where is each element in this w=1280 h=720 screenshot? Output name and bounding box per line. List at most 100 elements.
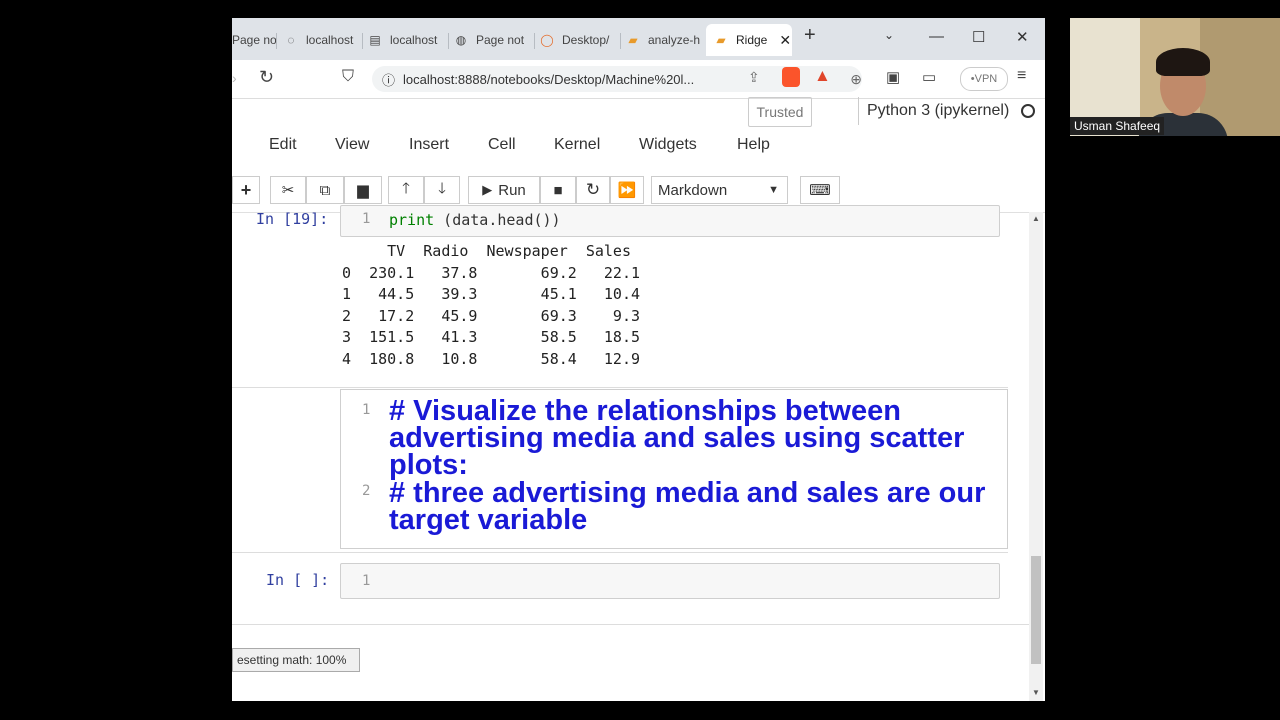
notebook-end-divider	[232, 624, 1029, 625]
notebook-icon: ▰	[628, 33, 638, 47]
trusted-label: Trusted	[756, 104, 804, 120]
run-button[interactable]: ▶ Run	[468, 176, 540, 204]
menu-insert[interactable]: Insert	[409, 136, 449, 154]
browser-window: Page not f ◌ localhost ▤ localhost ◍ Page n…	[232, 18, 1045, 701]
kernel-indicator[interactable]: Python 3 (ipykernel)	[858, 97, 1036, 125]
browser-tab[interactable]: ◍ Page not	[454, 24, 529, 56]
arrow-down-icon: 🡓	[438, 179, 446, 197]
notebook-icon: ▰	[716, 33, 726, 47]
arrow-up-icon: 🡑	[402, 179, 410, 197]
trusted-indicator[interactable]: Trusted	[748, 97, 812, 127]
markdown-input-area[interactable]: 1 # Visualize the relationships between …	[340, 389, 1008, 549]
output-row: TV Radio Newspaper Sales	[342, 242, 631, 260]
tab-label: Ridge	[736, 33, 768, 47]
menu-icon[interactable]: ≡	[1017, 67, 1026, 85]
brave-shield-icon[interactable]	[782, 67, 800, 87]
copy-button[interactable]: ⧉	[306, 176, 344, 204]
paste-icon: ▆	[357, 182, 369, 199]
browser-tab[interactable]: ▰ analyze-h	[626, 24, 704, 56]
interrupt-button[interactable]: ■	[540, 176, 576, 204]
cell-output: TV Radio Newspaper Sales 0 230.1 37.8 69…	[342, 241, 640, 371]
cell-prompt: In [19]:	[256, 210, 329, 228]
rewards-icon[interactable]: ▲	[814, 66, 831, 86]
menu-kernel[interactable]: Kernel	[554, 136, 600, 154]
line-number: 1	[362, 402, 371, 418]
jupyter-toolbar: + ✂ ⧉ ▆ 🡑 🡓 ▶ Run ■ ↻ ⏩ Markdown ▼ ⌨	[232, 172, 1045, 208]
scroll-down-icon[interactable]: ▼	[1032, 688, 1040, 697]
scissors-icon: ✂	[281, 182, 295, 199]
cut-button[interactable]: ✂	[270, 176, 306, 204]
insert-cell-button[interactable]: +	[232, 176, 260, 204]
vpn-button[interactable]: • VPN	[960, 67, 1008, 91]
browser-tab[interactable]: ▤ localhost	[368, 24, 443, 56]
scrollbar-thumb[interactable]	[1031, 556, 1041, 664]
code-input-area[interactable]: 1 print (data.head())	[340, 205, 1000, 237]
code-input-area[interactable]: 1	[340, 563, 1000, 599]
forward-icon[interactable]: ›	[232, 70, 237, 86]
tab-label: localhost	[306, 33, 354, 47]
tab-search-icon[interactable]: ⌄	[884, 28, 894, 42]
browser-tab[interactable]: ◌ localhost	[284, 24, 359, 56]
kernel-status-icon	[1021, 104, 1036, 118]
jupyter-menubar: Edit View Insert Cell Kernel Widgets Hel…	[232, 136, 1045, 160]
close-tab-icon[interactable]: ✕	[779, 32, 791, 49]
menu-help[interactable]: Help	[737, 136, 770, 154]
new-tab-icon[interactable]: +	[804, 24, 816, 47]
tab-separator	[448, 33, 449, 49]
tab-label: analyze-h	[648, 33, 701, 47]
maximize-icon[interactable]: ☐	[972, 28, 985, 46]
line-number: 2	[362, 483, 371, 499]
notebook-area: In [19]: 1 print (data.head()) TV Radio …	[232, 205, 1045, 701]
webcam-overlay: Usman Shafeeq	[1070, 18, 1280, 136]
menu-cell[interactable]: Cell	[488, 136, 516, 154]
tab-label: Desktop/	[562, 33, 610, 47]
restart-button[interactable]: ↻	[576, 176, 610, 204]
menu-view[interactable]: View	[335, 136, 369, 154]
url-text: localhost:8888/notebooks/Desktop/Machine…	[403, 71, 695, 87]
info-icon: ⓘ	[382, 72, 396, 88]
stop-icon: ■	[553, 181, 563, 199]
vpn-label: VPN	[974, 73, 998, 85]
browser-tab[interactable]: ◯ Desktop/	[540, 24, 615, 56]
reload-icon[interactable]: ↻	[259, 67, 274, 88]
output-row: 4 180.8 10.8 58.4 12.9	[342, 349, 641, 368]
loading-icon: ◌	[287, 33, 295, 47]
browser-tab-active[interactable]: ▰ Ridge ✕	[706, 24, 792, 56]
markdown-line: # Visualize the relationships between ad…	[389, 395, 965, 481]
line-number: 1	[362, 211, 371, 227]
play-icon: ▶	[482, 182, 493, 197]
move-down-button[interactable]: 🡓	[424, 176, 460, 204]
chevron-down-icon: ▼	[768, 184, 779, 196]
paste-button[interactable]: ▆	[344, 176, 382, 204]
tab-label: Page not f	[232, 33, 276, 47]
move-up-button[interactable]: 🡑	[388, 176, 424, 204]
presenter-hair	[1156, 48, 1210, 76]
tab-separator	[534, 33, 535, 49]
presenter-name: Usman Shafeeq	[1070, 117, 1165, 135]
code-text: (data.head())	[434, 211, 561, 229]
page-icon: ▤	[369, 33, 381, 47]
bookmark-icon[interactable]: ⛉	[342, 68, 354, 86]
wallet-icon[interactable]: ▭	[922, 68, 936, 86]
minimize-icon[interactable]: —	[929, 28, 944, 45]
markdown-line: # three advertising media and sales are …	[389, 477, 986, 536]
sidebar-icon[interactable]: ▣	[886, 68, 900, 86]
cell-type-value: Markdown	[658, 181, 728, 199]
scroll-up-icon[interactable]: ▲	[1032, 214, 1040, 223]
close-window-icon[interactable]: ✕	[1016, 28, 1029, 46]
scrollbar[interactable]: ▲ ▼	[1029, 212, 1043, 701]
cell-type-select[interactable]: Markdown ▼	[651, 176, 788, 204]
status-text: esetting math: 100%	[237, 653, 347, 667]
menu-edit[interactable]: Edit	[269, 136, 297, 154]
tab-separator	[362, 33, 363, 49]
restart-icon: ↻	[585, 180, 601, 199]
line-number: 1	[362, 573, 371, 589]
restart-run-all-button[interactable]: ⏩	[610, 176, 644, 204]
share-icon[interactable]: ⇪	[748, 69, 760, 86]
menu-widgets[interactable]: Widgets	[639, 136, 697, 154]
zoom-icon[interactable]: ⊕	[850, 71, 862, 88]
browser-tab[interactable]: Page not f	[232, 24, 276, 56]
output-row: 0 230.1 37.8 69.2 22.1	[342, 263, 641, 282]
command-palette-button[interactable]: ⌨	[800, 176, 840, 204]
code-keyword: print	[389, 211, 435, 229]
